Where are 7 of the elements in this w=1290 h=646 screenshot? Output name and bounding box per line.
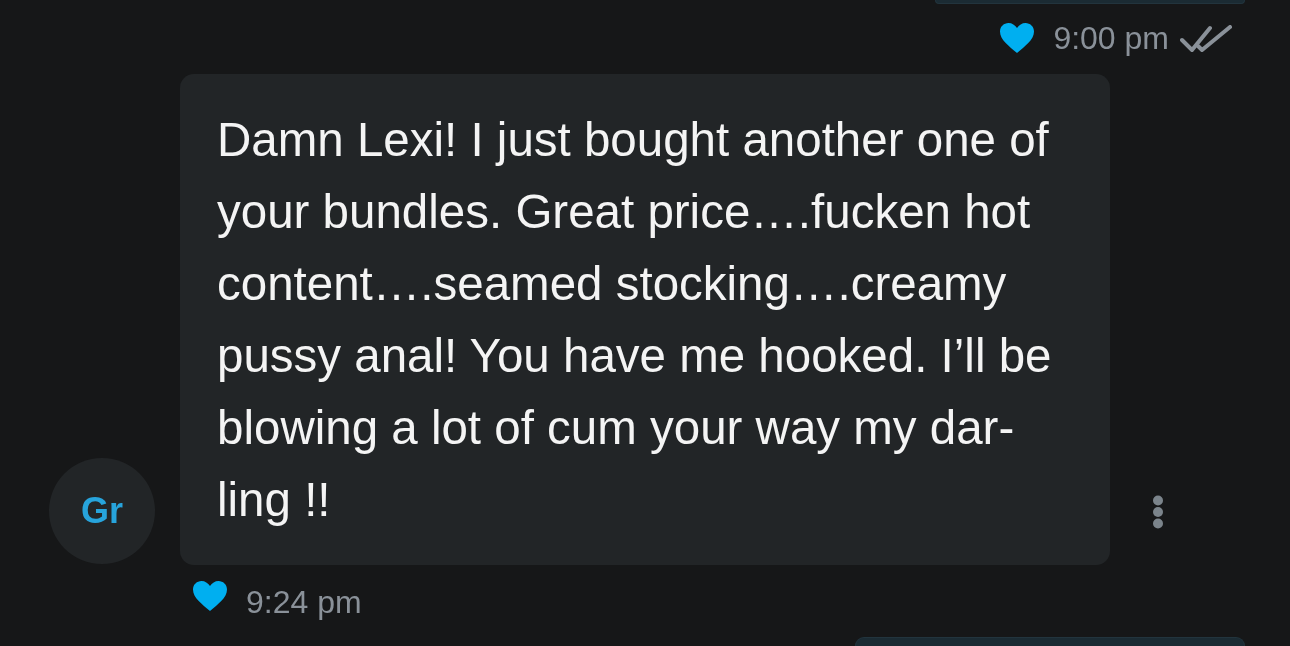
heart-icon[interactable] xyxy=(192,580,228,612)
message-text: Damn Lexi! I just bought another one of your bundles. Great price….fucken hot content….seamed stocking….creamy pussy anal! You have me hooked. I’ll be blowing a lot of cum your way my dar- ling !! xyxy=(217,112,1053,528)
user-avatar[interactable]: Gr xyxy=(49,458,155,564)
message-time: 9:24 pm xyxy=(246,583,362,622)
heart-icon[interactable] xyxy=(999,22,1036,54)
more-options-icon[interactable] xyxy=(1152,495,1164,529)
message-time: 9:00 pm xyxy=(1053,19,1169,58)
